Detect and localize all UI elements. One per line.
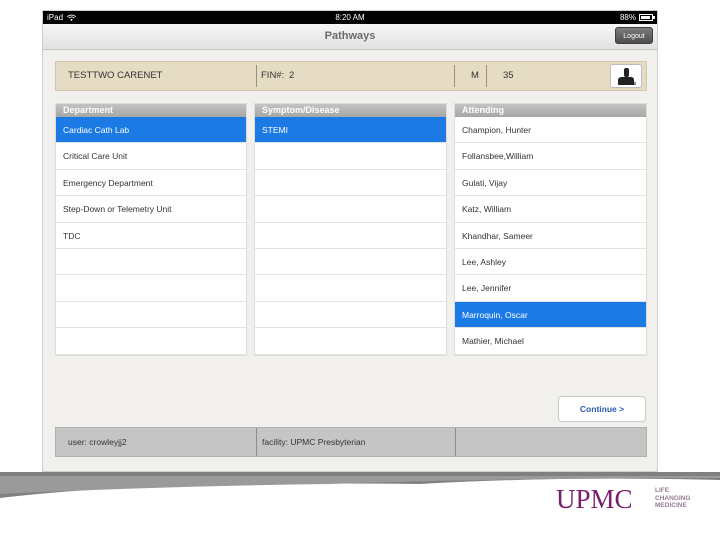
department-row[interactable]: Emergency Department xyxy=(56,170,246,197)
clock: 8:20 AM xyxy=(335,13,365,22)
department-row xyxy=(56,249,246,276)
divider xyxy=(486,65,487,87)
department-row[interactable]: Cardiac Cath Lab xyxy=(56,117,246,144)
department-header: Department xyxy=(56,104,246,117)
department-row[interactable]: Critical Care Unit xyxy=(56,143,246,170)
patient-sex: M xyxy=(471,70,479,81)
ipad-screen: iPad 8:20 AM 88% Pathways Logout TESTTWO… xyxy=(42,10,658,472)
symptom-row xyxy=(255,223,446,249)
logout-button[interactable]: Logout xyxy=(615,27,653,44)
department-row xyxy=(56,275,246,302)
brand-tagline: LIFE CHANGING MEDICINE xyxy=(655,487,691,509)
divider xyxy=(455,428,456,456)
user-label: user: crowleyjj2 xyxy=(68,437,127,447)
symptom-row xyxy=(255,302,446,329)
divider xyxy=(256,65,257,87)
session-footer: user: crowleyjj2 facility: UPMC Presbyte… xyxy=(55,427,647,457)
department-row xyxy=(56,328,246,355)
upmc-logo: UPMC xyxy=(556,484,633,514)
patient-profile-button[interactable] xyxy=(610,64,642,88)
symptom-row xyxy=(255,249,446,276)
attending-row[interactable]: Lee, Ashley xyxy=(455,249,646,276)
attending-column: Attending Champion, Hunter Follansbee,Wil… xyxy=(454,103,647,356)
battery-percent: 88% xyxy=(619,13,636,22)
symptom-row[interactable]: STEMI xyxy=(255,117,446,144)
facility-label: facility: UPMC Presbyterian xyxy=(262,437,366,447)
symptom-row xyxy=(255,170,446,197)
page-title: Pathways xyxy=(324,30,376,42)
fin-label: FIN#: xyxy=(261,70,285,81)
symptom-row xyxy=(255,275,446,302)
person-icon xyxy=(618,68,636,85)
status-bar: iPad 8:20 AM 88% xyxy=(43,11,657,24)
divider xyxy=(454,65,455,87)
symptom-row xyxy=(255,143,446,170)
slide: iPad 8:20 AM 88% Pathways Logout TESTTWO… xyxy=(0,0,720,540)
patient-age: 35 xyxy=(503,70,514,81)
symptom-row xyxy=(255,328,446,355)
patient-name: TESTTWO CARENET xyxy=(68,70,163,81)
symptom-row xyxy=(255,196,446,223)
continue-button[interactable]: Continue > xyxy=(558,396,646,422)
attending-row[interactable]: Champion, Hunter xyxy=(455,117,646,144)
patient-banner: TESTTWO CARENET FIN#: 2 M 35 xyxy=(55,61,647,91)
attending-row[interactable]: Follansbee,William xyxy=(455,143,646,170)
divider xyxy=(256,428,257,456)
symptom-column: Symptom/Disease STEMI xyxy=(254,103,447,356)
attending-row[interactable]: Lee, Jennifer xyxy=(455,275,646,302)
department-row[interactable]: Step-Down or Telemetry Unit xyxy=(56,196,246,223)
attending-row[interactable]: Katz, William xyxy=(455,196,646,223)
battery-icon xyxy=(639,14,655,21)
attending-row[interactable]: Khandhar, Sameer xyxy=(455,223,646,249)
department-row xyxy=(56,302,246,329)
department-column: Department Cardiac Cath Lab Critical Care… xyxy=(55,103,247,356)
fin-value: 2 xyxy=(289,70,295,81)
attending-row[interactable]: Mathier, Michael xyxy=(455,328,646,355)
attending-header: Attending xyxy=(455,104,646,117)
symptom-header: Symptom/Disease xyxy=(255,104,446,117)
attending-row[interactable]: Gulati, Vijay xyxy=(455,170,646,197)
nav-bar: Pathways Logout xyxy=(43,24,657,50)
department-row[interactable]: TDC xyxy=(56,223,246,249)
attending-row[interactable]: Marroquin, Oscar xyxy=(455,301,646,329)
